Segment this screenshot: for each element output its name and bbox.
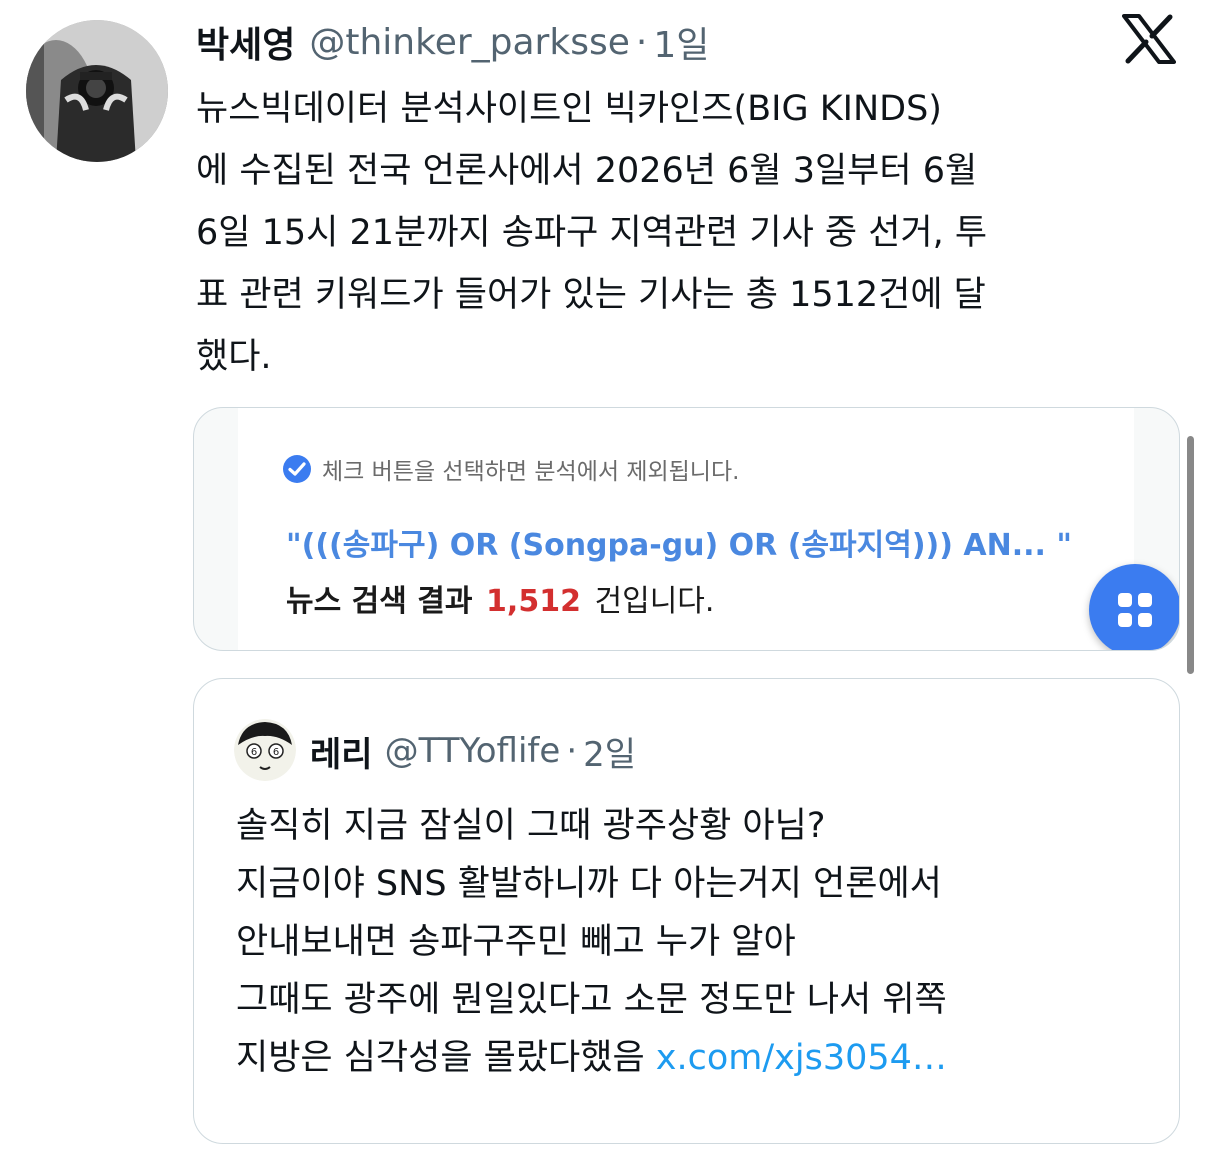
check-row: 체크 버튼을 선택하면 분석에서 제외됩니다.: [282, 452, 739, 486]
quote-link[interactable]: x.com/xjs3054…: [656, 1038, 947, 1078]
tweet-text-line: 에 수집된 전국 언론사에서 2026년 6월 3일부터 6월: [196, 151, 978, 191]
tweet-text-line: 뉴스빅데이터 분석사이트인 빅카인즈(BIG KINDS): [196, 89, 942, 129]
result-label: 뉴스 검색 결과: [286, 584, 473, 619]
result-suffix: 건입니다.: [594, 584, 715, 619]
quote-text-line: 지방은 심각성을 몰랐다했음 x.com/xjs3054…: [236, 1029, 1156, 1087]
quote-text-line: 안내보내면 송파구주민 빼고 누가 알아: [236, 922, 796, 962]
quote-author-avatar[interactable]: 6 6: [234, 719, 296, 781]
author-name[interactable]: 박세영: [196, 16, 295, 68]
quote-last-line-text: 지방은 심각성을 몰랐다했음: [236, 1038, 656, 1078]
grid-menu-button: [1089, 564, 1179, 650]
quote-time[interactable]: 2일: [583, 727, 636, 776]
tweet-text-line: 했다.: [196, 337, 272, 377]
quote-header: 레리 @TTYoflife · 2일: [310, 723, 636, 779]
x-logo-icon[interactable]: [1122, 14, 1176, 64]
media-attachment[interactable]: 체크 버튼을 선택하면 분석에서 제외됩니다. "(((송파구) OR (Son…: [193, 407, 1180, 651]
separator-dot: ·: [635, 21, 648, 63]
quote-text-line: 솔직히 지금 잠실이 그때 광주상황 아님?: [236, 806, 826, 846]
tweet-text-line: 6일 15시 21분까지 송파구 지역관련 기사 중 선거, 투: [196, 213, 988, 253]
svg-text:6: 6: [273, 747, 279, 758]
tweet-time[interactable]: 1일: [653, 16, 709, 68]
quote-text: 솔직히 지금 잠실이 그때 광주상황 아님? 지금이야 SNS 활발하니까 다 …: [236, 797, 1156, 1087]
quote-text-line: 그때도 광주에 뭔일있다고 소문 정도만 나서 위쪽: [236, 980, 947, 1020]
scrollbar-thumb[interactable]: [1187, 436, 1194, 674]
media-image: 체크 버튼을 선택하면 분석에서 제외됩니다. "(((송파구) OR (Son…: [238, 408, 1179, 650]
search-result-summary: 뉴스 검색 결과 1,512 건입니다.: [286, 576, 714, 620]
quoted-tweet[interactable]: 6 6 레리 @TTYoflife · 2일 솔직히 지금 잠실이 그때 광주상…: [193, 678, 1180, 1144]
search-query-text: "(((송파구) OR (Songpa-gu) OR (송파지역))) AN..…: [286, 528, 1073, 563]
grid-icon: [1118, 593, 1152, 627]
svg-text:6: 6: [251, 747, 257, 758]
result-count: 1,512: [486, 584, 581, 619]
separator-dot: ·: [566, 731, 578, 771]
check-circle-icon: [282, 454, 312, 484]
tweet-header: 박세영 @thinker_parksse · 1일: [196, 14, 1096, 70]
author-handle[interactable]: @thinker_parksse: [309, 22, 629, 63]
check-hint-text: 체크 버튼을 선택하면 분석에서 제외됩니다.: [322, 459, 740, 485]
tweet-text-line: 표 관련 키워드가 들어가 있는 기사는 총 1512건에 달: [196, 275, 986, 315]
quote-text-line: 지금이야 SNS 활발하니까 다 아는거지 언론에서: [236, 864, 942, 904]
author-avatar[interactable]: [26, 20, 168, 162]
quote-author-name[interactable]: 레리: [310, 727, 373, 776]
tweet-text: 뉴스빅데이터 분석사이트인 빅카인즈(BIG KINDS) 에 수집된 전국 언…: [196, 78, 1186, 388]
quote-author-handle[interactable]: @TTYoflife: [385, 731, 561, 771]
